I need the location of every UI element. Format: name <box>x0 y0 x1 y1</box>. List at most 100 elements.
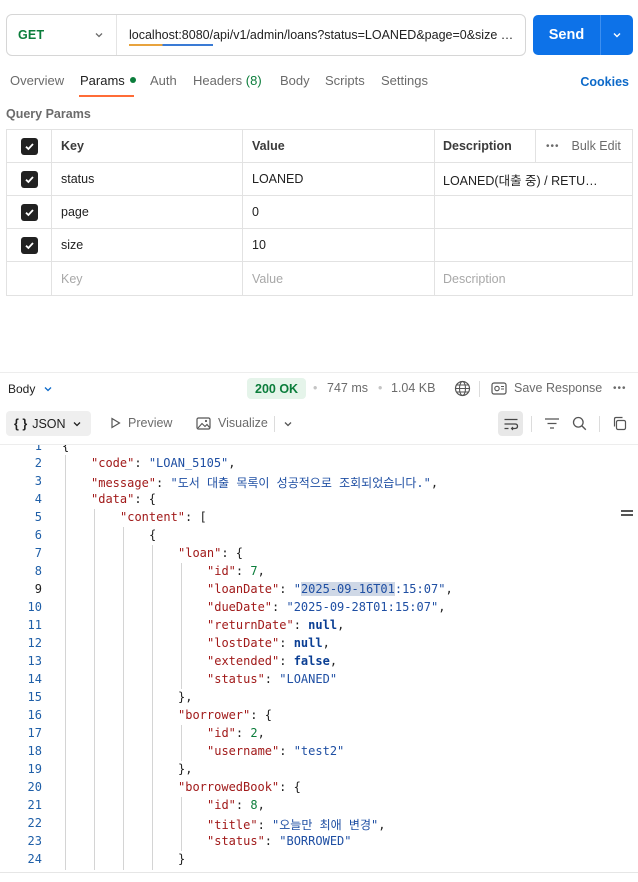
json-string: "BORROWED" <box>279 834 352 848</box>
json-boolean: false <box>293 654 330 668</box>
response-size[interactable]: 1.04 KB <box>391 381 435 395</box>
line-number: 22 <box>27 816 42 830</box>
code-line: "code": "LOAN_5105", <box>91 456 236 470</box>
more-icon: ••• <box>546 140 560 152</box>
line-number: 12 <box>27 636 42 650</box>
toolbar-divider <box>599 416 600 432</box>
json-key: "borrower" <box>178 708 251 722</box>
tab-settings[interactable]: Settings <box>381 73 428 88</box>
image-icon <box>196 416 211 430</box>
json-key: "username" <box>207 744 280 758</box>
param-description[interactable]: LOANED(대출 중) / RETU… <box>435 163 632 195</box>
select-all-checkbox[interactable] <box>20 137 38 155</box>
line-number: 18 <box>27 744 42 758</box>
params-header-row: Key Value Description ••• Bulk Edit <box>7 130 632 163</box>
json-key: "borrowedBook" <box>178 780 280 794</box>
response-time[interactable]: 747 ms <box>327 381 368 395</box>
tab-scripts[interactable]: Scripts <box>325 73 365 88</box>
json-string: "LOAN_5105" <box>148 456 229 470</box>
response-body-select[interactable]: Body <box>8 382 53 396</box>
line-number: 11 <box>27 618 42 632</box>
key-column-header: Key <box>52 130 243 162</box>
json-key: "extended" <box>207 654 280 668</box>
play-icon <box>111 417 121 429</box>
code-line: "content": [ <box>120 510 207 524</box>
json-number: 2 <box>250 726 258 740</box>
tab-auth[interactable]: Auth <box>150 73 177 88</box>
scrollbar-marker[interactable] <box>621 510 633 518</box>
row-checkbox[interactable] <box>20 203 38 221</box>
tab-params-label: Params <box>80 73 125 88</box>
globe-icon[interactable] <box>454 380 471 400</box>
param-key[interactable]: page <box>52 196 243 228</box>
search-button[interactable] <box>567 411 592 436</box>
copy-button[interactable] <box>607 411 632 436</box>
line-number: 4 <box>34 492 42 506</box>
send-button[interactable]: Send <box>533 15 633 55</box>
url-text: localhost:8080/api/v1/admin/loans?status… <box>129 28 514 42</box>
param-value[interactable]: 0 <box>243 196 435 228</box>
code-line: "id": 8, <box>207 798 265 812</box>
save-response-button[interactable]: Save Response <box>491 381 602 395</box>
json-string: :15:07" <box>394 582 446 596</box>
code-line: "extended": false, <box>207 654 338 668</box>
toolbar-divider <box>531 416 532 432</box>
param-description[interactable] <box>435 196 632 228</box>
url-input[interactable]: localhost:8080/api/v1/admin/loans?status… <box>117 15 525 55</box>
new-key-input[interactable]: Key <box>52 262 243 295</box>
json-key: "lostDate" <box>207 636 280 650</box>
status-bar <box>0 872 638 882</box>
param-key[interactable]: status <box>52 163 243 195</box>
visualize-options-button[interactable] <box>283 419 293 429</box>
json-number: 8 <box>250 798 258 812</box>
new-description-input[interactable]: Description <box>435 262 632 295</box>
row-checkbox[interactable] <box>20 170 38 188</box>
preview-button[interactable]: Preview <box>110 416 172 430</box>
json-key: "id" <box>207 798 236 812</box>
row-checkbox[interactable] <box>20 236 38 254</box>
param-description[interactable] <box>435 229 632 261</box>
tab-overview[interactable]: Overview <box>10 73 64 88</box>
code-line: { <box>149 528 157 542</box>
json-key: "returnDate" <box>207 618 294 632</box>
code-line: "message": "도서 대출 목록이 성공적으로 조회되었습니다.", <box>91 476 439 490</box>
filter-button[interactable] <box>539 411 564 436</box>
request-tabs: Overview Params Auth Headers (8) Body Sc… <box>0 64 638 100</box>
visualize-label: Visualize <box>218 416 268 430</box>
row-checkbox-cell <box>7 196 52 228</box>
json-null: null <box>293 636 323 650</box>
param-value[interactable]: LOANED <box>243 163 435 195</box>
response-code-editor[interactable]: 1 2 3 4 5 6 7 8 9 10 11 12 13 14 15 16 1… <box>0 444 638 870</box>
tab-params[interactable]: Params <box>80 73 136 88</box>
new-value-input[interactable]: Value <box>243 262 435 295</box>
json-key: "content" <box>120 510 186 524</box>
check-icon <box>24 241 34 249</box>
tab-body[interactable]: Body <box>280 73 310 88</box>
current-line-number: 9 <box>34 582 42 596</box>
json-string: "test2" <box>293 744 345 758</box>
more-options-icon[interactable]: ••• <box>613 383 627 394</box>
line-number: 7 <box>34 546 42 560</box>
cookies-link[interactable]: Cookies <box>580 75 629 89</box>
line-number: 16 <box>27 708 42 722</box>
code-line: } <box>178 852 186 866</box>
visualize-button[interactable]: Visualize <box>196 416 268 430</box>
save-response-label: Save Response <box>514 381 603 395</box>
param-value[interactable]: 10 <box>243 229 435 261</box>
code-line: "dueDate": "2025-09-28T01:15:07", <box>207 600 446 614</box>
check-icon <box>24 142 34 150</box>
format-select[interactable]: { } JSON <box>6 411 91 436</box>
table-row: page 0 <box>7 196 632 229</box>
json-key: "loanDate" <box>207 582 280 596</box>
method-select[interactable]: GET <box>7 15 117 55</box>
line-number: 21 <box>27 798 42 812</box>
indent-guide <box>123 527 124 870</box>
code-line: "username": "test2" <box>207 744 345 758</box>
bulk-edit-button[interactable]: ••• Bulk Edit <box>535 130 632 162</box>
row-checkbox-cell <box>7 229 52 261</box>
wrap-lines-button[interactable] <box>498 411 523 436</box>
tab-headers[interactable]: Headers (8) <box>193 73 262 88</box>
param-key[interactable]: size <box>52 229 243 261</box>
send-options-button[interactable] <box>601 30 633 40</box>
status-badge[interactable]: 200 OK <box>247 378 307 399</box>
